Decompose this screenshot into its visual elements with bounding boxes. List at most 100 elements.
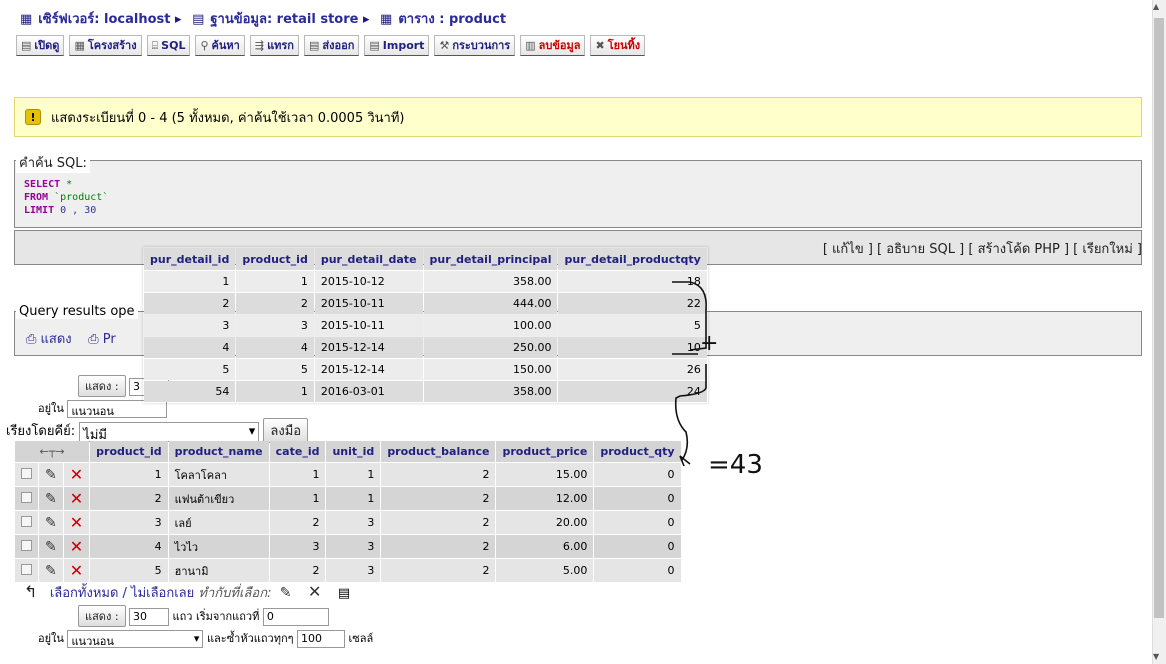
dropdown-icon: ▾ bbox=[248, 423, 256, 439]
column-header[interactable]: unit_id bbox=[326, 441, 381, 462]
breadcrumb: ▦ เซิร์ฟเวอร์: localhost ▸ ▤ ฐานข้อมูล: re… bbox=[20, 8, 506, 29]
sql-action-links[interactable]: [ แก้ไข ] [ อธิบาย SQL ] [ สร้างโค้ด PHP… bbox=[823, 238, 1142, 259]
arrow-up-icon: ↰ bbox=[24, 582, 38, 601]
table-row: 2 2 2015-10-11 444.00 22 bbox=[144, 293, 707, 314]
table-row: 54 1 2016-03-01 358.00 24 bbox=[144, 381, 707, 402]
dropdown-icon: ▾ bbox=[193, 632, 200, 645]
query-ops-links: ⎙ แสดง ⎙ Pr bbox=[26, 328, 116, 349]
display-form-bottom: แสดง : 30 แถว เริ่มจากแถวที่ 0 อยู่ใน แน… bbox=[38, 605, 373, 648]
column-header: pur_detail_id bbox=[144, 248, 236, 270]
row-checkbox[interactable] bbox=[21, 467, 32, 479]
sql-legend: คำค้น SQL: bbox=[16, 152, 90, 173]
sql-query-box bbox=[14, 160, 1142, 228]
print-link[interactable]: Pr bbox=[103, 332, 116, 347]
table-row: 4 4 2015-12-14 250.00 10 bbox=[144, 337, 707, 358]
overlay-purchase-table: pur_detail_id product_id pur_detail_date… bbox=[143, 247, 708, 403]
column-header[interactable]: product_price bbox=[496, 441, 594, 462]
show-button[interactable]: แสดง : bbox=[78, 375, 126, 397]
tab-operations[interactable]: ⚒ กระบวนการ bbox=[434, 35, 516, 56]
table-row: ✎ ✕ 1 โคลาโคลา 1 1 2 15.00 0 bbox=[15, 463, 681, 486]
column-header[interactable]: product_name bbox=[168, 441, 269, 462]
tab-export[interactable]: ▤ ส่งออก bbox=[303, 35, 360, 56]
breadcrumb-table[interactable]: ตาราง : product bbox=[398, 12, 506, 27]
delete-icon[interactable]: ✕ bbox=[308, 582, 321, 601]
edit-icon[interactable]: ✎ bbox=[45, 491, 57, 507]
delete-icon[interactable]: ✕ bbox=[70, 561, 83, 580]
print-icon: ⎙ bbox=[88, 332, 99, 347]
table-row: ✎ ✕ 4 ไวไว 3 3 2 6.00 0 bbox=[15, 535, 681, 558]
structure-icon: ▦ bbox=[74, 39, 85, 52]
column-header: pur_detail_principal bbox=[423, 248, 558, 270]
delete-icon[interactable]: ✕ bbox=[70, 537, 83, 556]
repeat-header-input[interactable]: 100 bbox=[297, 630, 346, 648]
row-checkbox[interactable] bbox=[21, 563, 32, 575]
delete-icon[interactable]: ✕ bbox=[70, 489, 83, 508]
delete-icon[interactable]: ✕ bbox=[70, 513, 83, 532]
table-row: 1 1 2015-10-12 358.00 18 bbox=[144, 271, 707, 292]
table-row: ✎ ✕ 5 ฮานามิ 2 3 2 5.00 0 bbox=[15, 559, 681, 582]
column-header: pur_detail_date bbox=[314, 248, 423, 270]
result-notice: ! แสดงระเบียนที่ 0 - 4 (5 ทั้งหมด, ค่าค้… bbox=[14, 97, 1142, 137]
column-header[interactable]: product_balance bbox=[381, 441, 496, 462]
tab-sql[interactable]: ⌸ SQL bbox=[146, 35, 191, 56]
tab-empty[interactable]: ▥ ลบข้อมูล bbox=[520, 35, 586, 56]
tab-search[interactable]: ⚲ ค้นหา bbox=[195, 35, 245, 56]
import-icon: ▤ bbox=[369, 39, 380, 52]
scroll-up-icon[interactable]: ▲ bbox=[1153, 2, 1159, 11]
start-row-input[interactable]: 0 bbox=[262, 608, 329, 626]
show-button[interactable]: แสดง : bbox=[78, 605, 126, 627]
check-all-link[interactable]: เลือกทั้งหมด / ไม่เลือกเลย bbox=[50, 586, 194, 601]
scrollbar-thumb[interactable] bbox=[1154, 18, 1164, 618]
edit-icon[interactable]: ✎ bbox=[45, 467, 57, 483]
breadcrumb-server[interactable]: เซิร์ฟเวอร์: localhost bbox=[38, 12, 170, 27]
mode-select[interactable]: แนวนอน ▾ bbox=[67, 630, 204, 648]
table-row: 5 5 2015-12-14 150.00 26 bbox=[144, 359, 707, 380]
empty-icon: ▥ bbox=[525, 39, 536, 52]
sql-query-text: SELECT * FROM `product` LIMIT 0 , 30 bbox=[24, 179, 109, 216]
table-row: ✎ ✕ 3 เลย์ 2 3 2 20.00 0 bbox=[15, 511, 681, 534]
column-header[interactable]: product_id bbox=[90, 441, 168, 462]
row-checkbox[interactable] bbox=[21, 539, 32, 551]
edit-icon[interactable]: ✎ bbox=[45, 515, 57, 531]
show-link[interactable]: แสดง bbox=[41, 332, 72, 347]
info-icon: ! bbox=[25, 109, 41, 125]
export-icon: ▤ bbox=[308, 39, 320, 52]
chevron-right-icon: ▸ bbox=[362, 12, 375, 27]
row-checkbox[interactable] bbox=[21, 515, 32, 527]
tab-drop[interactable]: ✖ โยนทิ้ง bbox=[590, 35, 646, 56]
tab-structure[interactable]: ▦ โครงสร้าง bbox=[69, 35, 142, 56]
insert-icon: ⇶ bbox=[254, 39, 265, 52]
handwritten-result: =43 bbox=[708, 450, 763, 480]
column-header: pur_detail_productqty bbox=[558, 248, 707, 270]
tab-bar: ▤ เปิดดู ▦ โครงสร้าง ⌸ SQL ⚲ ค้นหา ⇶ แทรก ▤ ส่… bbox=[16, 35, 646, 56]
chevron-right-icon: ▸ bbox=[175, 12, 187, 27]
table-row: ✎ ✕ 2 แฟนต้าเขียว 1 1 2 12.00 0 bbox=[15, 487, 681, 510]
breadcrumb-database[interactable]: ฐานข้อมูล: retail store bbox=[210, 12, 358, 27]
print-icon: ⎙ bbox=[26, 332, 37, 347]
edit-icon[interactable]: ✎ bbox=[45, 563, 57, 579]
rows-input[interactable]: 30 bbox=[129, 608, 170, 626]
tab-import[interactable]: ▤ Import bbox=[364, 35, 430, 56]
edit-icon[interactable]: ✎ bbox=[280, 585, 292, 601]
edit-icon[interactable]: ✎ bbox=[45, 539, 57, 555]
tab-insert[interactable]: ⇶ แทรก bbox=[249, 35, 299, 56]
search-icon: ⚲ bbox=[200, 39, 209, 52]
row-checkbox[interactable] bbox=[21, 491, 32, 503]
table-row: 3 3 2015-10-11 100.00 5 bbox=[144, 315, 707, 336]
column-arrows-icon: ←┬→ bbox=[15, 441, 90, 462]
sort-key-select[interactable]: ไม่มี ▾ bbox=[79, 421, 260, 443]
column-header[interactable]: cate_id bbox=[269, 441, 326, 462]
scroll-down-icon[interactable]: ▼ bbox=[1153, 652, 1159, 661]
bulk-actions: ↰ เลือกทั้งหมด / ไม่เลือกเลย ทำกับที่เลื… bbox=[24, 582, 351, 601]
browse-icon: ▤ bbox=[21, 39, 32, 52]
export-icon[interactable]: ▤ bbox=[338, 586, 350, 601]
column-header: product_id bbox=[236, 248, 314, 270]
database-icon: ▤ bbox=[192, 12, 205, 27]
tab-browse[interactable]: ▤ เปิดดู bbox=[16, 35, 65, 56]
handwritten-plus: + bbox=[700, 331, 719, 356]
query-ops-legend: Query results ope bbox=[16, 304, 138, 319]
operations-icon: ⚒ bbox=[439, 39, 450, 52]
sql-icon: ⌸ bbox=[151, 39, 159, 52]
delete-icon[interactable]: ✕ bbox=[70, 465, 83, 484]
product-table: ←┬→ product_id product_name cate_id unit… bbox=[14, 440, 682, 583]
